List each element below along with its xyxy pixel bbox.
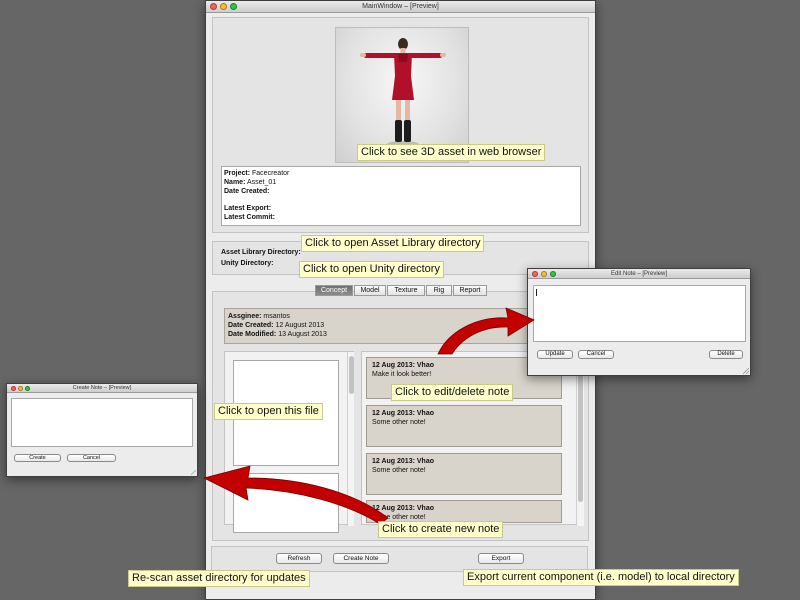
component-date-modified-label: Date Modified: <box>228 331 277 338</box>
traffic-lights <box>210 3 237 10</box>
project-value: Facecreator <box>252 170 290 177</box>
zoom-light-icon[interactable] <box>25 385 30 391</box>
component-date-modified-row: Date Modified: 13 August 2013 <box>228 331 327 339</box>
callout-export: Export current component (i.e. model) to… <box>463 569 739 586</box>
main-window-titlebar[interactable]: MainWindow – [Preview] <box>206 1 595 13</box>
tab-rig[interactable]: Rig <box>426 285 452 296</box>
project-row: Project: Facecreator <box>224 170 289 178</box>
tab-model[interactable]: Model <box>354 285 386 296</box>
update-button[interactable]: Update <box>537 350 573 359</box>
name-label: Name: <box>224 179 246 186</box>
text-cursor <box>536 289 537 296</box>
edit-note-titlebar[interactable]: Edit Note – [Preview] <box>528 269 750 279</box>
date-created-label: Date Created: <box>224 188 270 195</box>
create-button[interactable]: Create <box>14 454 61 462</box>
asset-library-dir-label[interactable]: Asset Library Directory: <box>221 249 301 257</box>
component-date-created-label: Date Created: <box>228 322 274 329</box>
notes-list-scrollbar[interactable] <box>576 352 584 526</box>
minimize-light-icon[interactable] <box>18 385 23 391</box>
tab-report[interactable]: Report <box>453 285 487 296</box>
callout-open-file: Click to open this file <box>214 403 323 420</box>
export-button[interactable]: Export <box>478 553 524 564</box>
edit-note-window: Edit Note – [Preview] Update Cancel Dele… <box>527 268 751 376</box>
note-card[interactable]: 12 Aug 2013: Vhao Some other note! <box>366 500 562 523</box>
create-note-window: Create Note – [Preview] Create Cancel <box>6 383 198 477</box>
create-note-textarea[interactable] <box>11 398 193 447</box>
create-note-title: Create Note – [Preview] <box>72 385 132 391</box>
note-body: Some other note! <box>372 419 426 426</box>
close-light-icon[interactable] <box>210 3 217 10</box>
tab-texture[interactable]: Texture <box>387 285 425 296</box>
unity-dir-label[interactable]: Unity Directory: <box>221 260 274 268</box>
assignee-value: msantos <box>263 313 290 320</box>
assignee-row: Assginee: msantos <box>228 313 290 321</box>
callout-view-3d: Click to see 3D asset in web browser <box>357 144 546 161</box>
resize-grip-icon[interactable] <box>191 470 196 475</box>
callout-edit-delete-note: Click to edit/delete note <box>391 384 514 401</box>
edit-note-textarea[interactable] <box>533 285 746 342</box>
create-note-titlebar[interactable]: Create Note – [Preview] <box>7 384 197 393</box>
main-window-title: MainWindow – [Preview] <box>362 3 439 10</box>
close-light-icon[interactable] <box>11 385 16 391</box>
note-body: Make it look better! <box>372 371 432 378</box>
refresh-button[interactable]: Refresh <box>276 553 322 564</box>
create-note-button[interactable]: Create Note <box>333 553 389 564</box>
latest-export-label: Latest Export: <box>224 205 272 212</box>
note-header: 12 Aug 2013: Vhao <box>372 362 434 369</box>
assignee-label: Assginee: <box>228 313 262 320</box>
traffic-lights <box>11 385 30 391</box>
cancel-button[interactable]: Cancel <box>67 454 116 462</box>
project-label: Project: <box>224 170 251 177</box>
note-header: 12 Aug 2013: Vhao <box>372 410 434 417</box>
component-date-modified-value: 13 August 2013 <box>278 331 327 338</box>
asset-preview-viewport[interactable] <box>335 27 469 163</box>
zoom-light-icon[interactable] <box>550 270 556 277</box>
delete-button[interactable]: Delete <box>709 350 743 359</box>
zoom-light-icon[interactable] <box>230 3 237 10</box>
curved-arrow-icon <box>437 307 535 355</box>
note-card[interactable]: 12 Aug 2013: Vhao Some other note! <box>366 453 562 495</box>
tab-concept[interactable]: Concept <box>315 285 353 296</box>
notes-list-scroll-thumb[interactable] <box>578 374 583 502</box>
minimize-light-icon[interactable] <box>220 3 227 10</box>
curved-arrow-icon <box>202 465 388 525</box>
name-value: Asset_01 <box>246 179 277 186</box>
close-light-icon[interactable] <box>532 270 538 277</box>
latest-commit-label: Latest Commit: <box>224 214 275 221</box>
callout-create-note: Click to create new note <box>378 521 504 538</box>
file-list-scroll-thumb[interactable] <box>349 356 354 394</box>
component-date-created-row: Date Created: 12 August 2013 <box>228 322 324 330</box>
callout-open-unity: Click to open Unity directory <box>299 261 444 278</box>
cancel-button[interactable]: Cancel <box>578 350 614 359</box>
minimize-light-icon[interactable] <box>541 270 547 277</box>
note-card[interactable]: 12 Aug 2013: Vhao Some other note! <box>366 405 562 447</box>
name-row: Name: Asset_01 <box>224 179 276 187</box>
resize-grip-icon[interactable] <box>743 368 749 374</box>
asset-info-box: Project: Facecreator Name: Asset_01 Date… <box>221 166 581 226</box>
callout-open-asset-library: Click to open Asset Library directory <box>301 235 485 252</box>
traffic-lights <box>532 270 556 277</box>
component-date-created-value: 12 August 2013 <box>275 322 325 329</box>
callout-rescan: Re-scan asset directory for updates <box>128 570 310 587</box>
edit-note-title: Edit Note – [Preview] <box>610 271 668 277</box>
